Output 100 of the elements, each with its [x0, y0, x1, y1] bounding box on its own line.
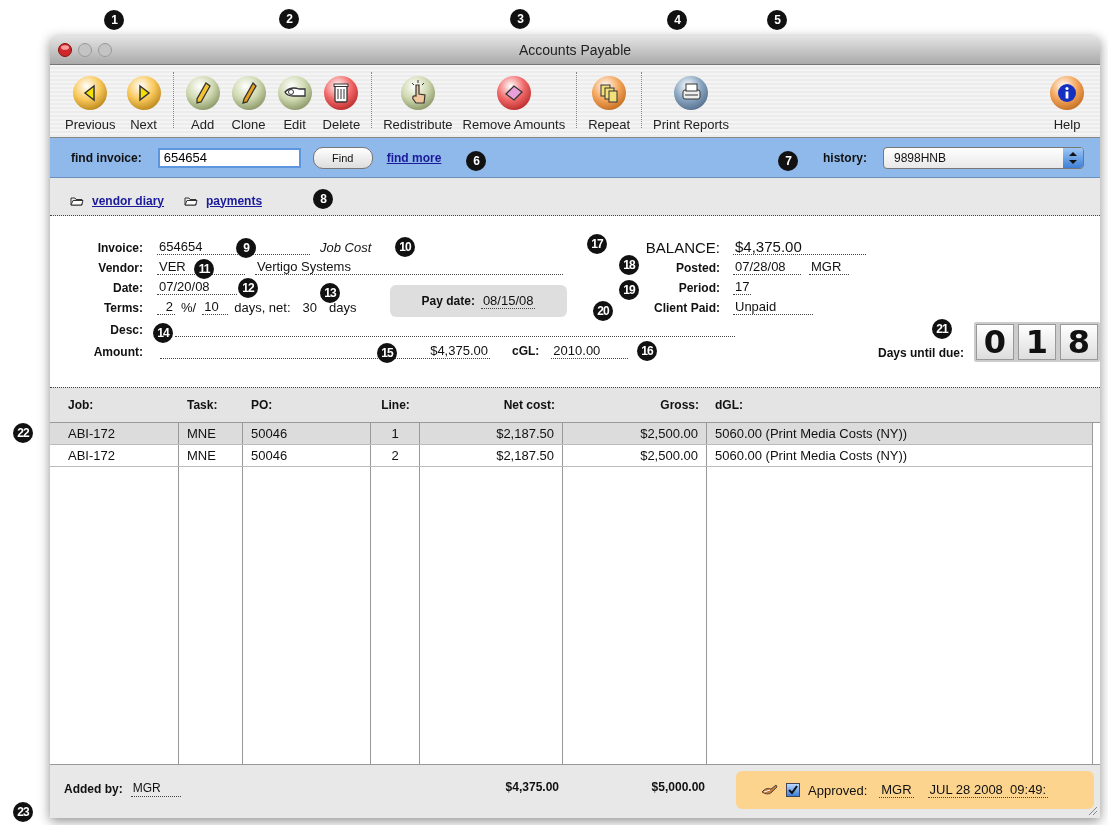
- table-cell: ABI-172: [50, 445, 179, 466]
- toolbar-button[interactable]: Remove Amounts: [457, 75, 571, 132]
- toolbar-button[interactable]: Print Reports: [648, 75, 734, 132]
- pay-date-field: 08/15/08: [480, 293, 536, 309]
- table-cell: $2,500.00: [563, 423, 707, 444]
- table-cell: MNE: [179, 423, 243, 444]
- callout-marker: 5: [767, 10, 787, 30]
- callout-marker: 2: [279, 9, 299, 29]
- stepper-arrows-icon: [1069, 151, 1077, 164]
- table-cell: ABI-172: [50, 423, 179, 444]
- search-field[interactable]: 654654: [157, 147, 301, 168]
- find-more-link[interactable]: find more: [386, 150, 442, 165]
- date-field: 07/20/08: [157, 279, 237, 295]
- table-cell-text: 5060.00 (Print Media Costs (NY)): [714, 425, 909, 443]
- link[interactable]: payments: [206, 193, 263, 208]
- zoom-button-icon[interactable]: [98, 43, 112, 57]
- toolbar-button[interactable]: Clone: [225, 75, 272, 132]
- discount-unit: %/: [181, 299, 197, 315]
- desc-label: Desc:: [110, 322, 143, 337]
- table-cell: $2,500.00: [563, 445, 707, 466]
- client-paid-field: Unpaid: [733, 299, 813, 315]
- posted-date-field: 07/28/08: [733, 259, 801, 275]
- pencil-icon: [230, 75, 267, 111]
- discount-days-field: 10: [202, 299, 229, 315]
- vendor-name-field: Vertigo Systems: [255, 259, 563, 275]
- invoice-type: Job Cost: [320, 239, 372, 255]
- invoice-label: Invoice:: [97, 240, 143, 255]
- vendor-label: Vendor:: [98, 260, 143, 275]
- approved-checkbox[interactable]: [786, 783, 800, 797]
- callout-marker: 1: [104, 10, 124, 30]
- table-cell: 50046: [243, 445, 371, 466]
- days-until-due-label: Days until due:: [878, 346, 964, 362]
- callout-marker: 3: [510, 9, 530, 29]
- period-field: 17: [733, 279, 752, 295]
- toolbar-button[interactable]: Delete: [317, 75, 366, 132]
- pay-date-label: Pay date:: [421, 294, 475, 308]
- info-icon: [1049, 75, 1085, 111]
- table-cell: $2,187.50: [420, 423, 563, 444]
- approval-timestamp-field: JUL 28 2008 09:49:: [927, 782, 1049, 798]
- printer-icon: [673, 75, 709, 111]
- column-header: Line:: [380, 398, 411, 412]
- find-button[interactable]: Find: [312, 146, 373, 169]
- window-title: Accounts Payable: [518, 42, 632, 58]
- eraser-icon: [495, 75, 532, 111]
- history-label: history:: [823, 150, 867, 165]
- period-label: Period:: [678, 280, 720, 295]
- added-by-label: Added by:: [64, 782, 123, 796]
- callout-marker: 4: [667, 10, 687, 30]
- cgl-field: 2010.00: [551, 343, 629, 359]
- table-row[interactable]: ABI-172 MNE 50046 1 $2,187.50 $2,500.00 5060.00 (Print Media Costs (NY)): [50, 423, 1093, 445]
- find-label: find invoice:: [71, 150, 142, 165]
- column-header: Net cost:: [502, 398, 556, 412]
- table-cell-text: 5060.00 (Print Media Costs (NY)): [714, 447, 909, 465]
- net-days: 30: [302, 299, 317, 315]
- counter-digit: 1: [1018, 324, 1056, 360]
- toolbar-button[interactable]: Edit: [271, 75, 318, 132]
- help-button[interactable]: Help: [1044, 75, 1090, 132]
- resize-grip-icon[interactable]: [1088, 806, 1098, 816]
- amount-label: Amount:: [93, 344, 143, 359]
- net-text: days, net:: [234, 299, 291, 315]
- terms-label: Terms:: [103, 300, 143, 315]
- column-header: Task:: [186, 398, 219, 412]
- column-header: Gross:: [659, 398, 700, 412]
- close-button-icon[interactable]: [58, 43, 72, 57]
- toolbar-button[interactable]: Next: [120, 75, 167, 132]
- counter-digit: 8: [1060, 324, 1098, 360]
- folder-icon: [70, 195, 84, 206]
- folder-icon: [184, 195, 199, 206]
- stacked-pages-icon: [591, 75, 628, 111]
- discount-field: 2: [157, 299, 175, 315]
- table-row[interactable]: ABI-172 MNE 50046 2 $2,187.50 $2,500.00 5060.00 (Print Media Costs (NY)): [50, 445, 1093, 467]
- client-paid-label: Client Paid:: [654, 300, 720, 315]
- link[interactable]: vendor diary: [92, 193, 165, 208]
- column-header: PO:: [250, 398, 274, 412]
- history-dropdown[interactable]: 9898HNB: [883, 146, 1084, 169]
- pointing-hand-icon: [399, 75, 436, 111]
- minimize-button-icon[interactable]: [78, 43, 92, 57]
- toolbar-button[interactable]: Redistribute: [378, 75, 458, 132]
- added-by-field: MGR: [130, 781, 181, 797]
- toolbar-button[interactable]: Add: [179, 75, 226, 132]
- balance-field: $4,375.00: [733, 239, 866, 255]
- table-cell: MNE: [179, 445, 243, 466]
- counter-digit: 0: [976, 324, 1014, 360]
- toolbar-button[interactable]: Repeat: [583, 75, 636, 132]
- table-cell: 50046: [243, 423, 371, 444]
- approved-label: Approved:: [808, 782, 868, 798]
- table-cell: $2,187.50: [420, 445, 563, 466]
- column-header: Job:: [67, 398, 95, 412]
- toolbar-button[interactable]: Previous: [60, 75, 121, 132]
- gross-total: $5,000.00: [650, 779, 705, 794]
- cgl-label: cGL:: [512, 344, 540, 358]
- posted-label: Posted:: [676, 260, 720, 275]
- trash-can-icon: [323, 75, 360, 111]
- date-label: Date:: [113, 280, 143, 295]
- table-cell: 2: [371, 445, 420, 466]
- net-cost-total: $4,375.00: [505, 779, 559, 796]
- approved-by-field: MGR: [879, 782, 914, 798]
- checkmark-icon: [788, 785, 798, 795]
- pencil-icon: [184, 75, 221, 111]
- table-cell: 1: [371, 423, 420, 444]
